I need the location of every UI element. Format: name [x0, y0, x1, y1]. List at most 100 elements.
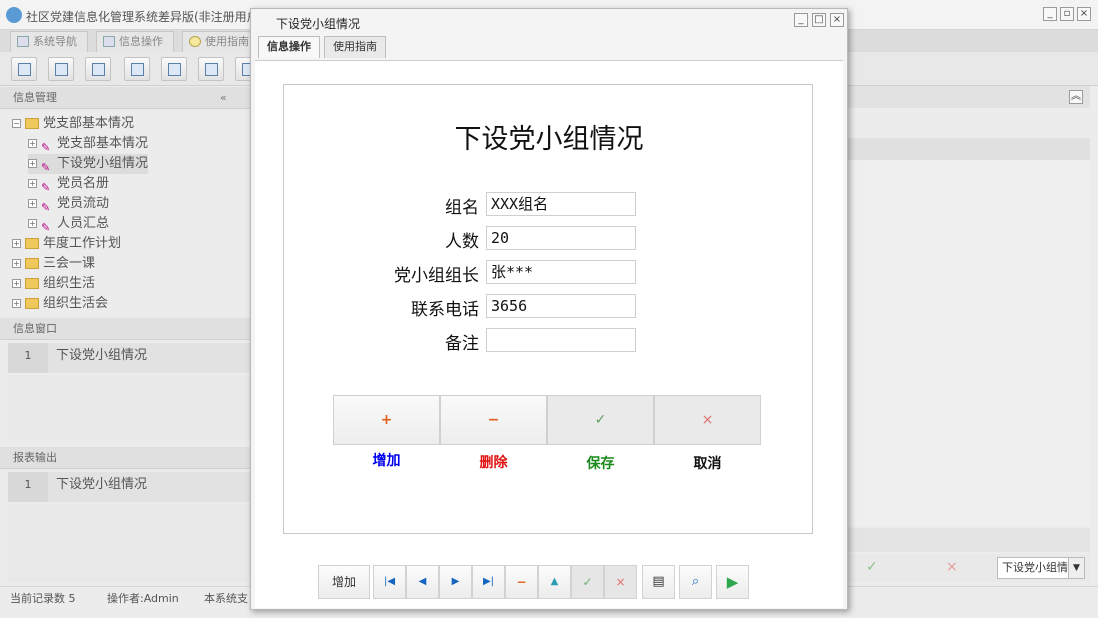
prev-record-button[interactable]: ◀	[406, 565, 439, 599]
row-text: 下设党小组情况	[56, 477, 148, 492]
right-panel-header	[848, 86, 1090, 108]
tree-node[interactable]: + 组织生活	[12, 274, 95, 294]
nav-add-button[interactable]: 增加	[318, 565, 370, 599]
run-button[interactable]: ▶	[716, 565, 749, 599]
right-save-icon[interactable]: ✓	[866, 559, 878, 575]
row-number: 1	[8, 472, 48, 502]
print-button[interactable]: ▤	[642, 565, 675, 599]
expand-icon[interactable]: +	[28, 179, 37, 188]
prev-record-icon: ◀	[418, 576, 427, 587]
chevron-down-icon[interactable]: ▼	[1068, 558, 1084, 578]
nav-tree: − 党支部基本情况 + ✎ 党支部基本情况 + ✎ 下设党小组情况 + ✎ 党员名册 + ✎ 党员流动 + ✎…	[8, 110, 248, 310]
search-icon	[18, 63, 31, 76]
toolbar-monitor-button[interactable]	[161, 57, 187, 81]
tab-guide[interactable]: 使用指南	[182, 31, 252, 52]
toolbar-search-button[interactable]	[11, 57, 37, 81]
tab-system-nav[interactable]: 系统导航	[10, 31, 88, 52]
list-item[interactable]: 1 下设党小组情况	[8, 343, 250, 373]
dialog-tab-guide[interactable]: 使用指南	[324, 36, 386, 58]
toolbar-edit-button[interactable]	[198, 57, 224, 81]
right-cancel-icon[interactable]: ×	[946, 559, 958, 575]
minus-icon: −	[487, 412, 500, 428]
expand-icon[interactable]: +	[12, 279, 21, 288]
remarks-field[interactable]	[486, 328, 636, 352]
cancel-button[interactable]: ×	[654, 395, 761, 445]
tab-info-ops[interactable]: 信息操作	[96, 31, 174, 52]
tree-node[interactable]: + 三会一课	[12, 254, 95, 274]
info-window-title: 信息窗口	[13, 322, 57, 335]
nav-cancel-button[interactable]: ×	[604, 565, 637, 599]
tree-node[interactable]: + ✎ 人员汇总	[28, 214, 109, 234]
delete-button[interactable]: −	[440, 395, 547, 445]
right-grid-header	[848, 138, 1090, 160]
expand-icon[interactable]: +	[28, 219, 37, 228]
collapse-icon[interactable]: −	[12, 119, 21, 128]
right-panel-divider	[848, 528, 1090, 552]
dialog-title: 下设党小组情况	[276, 17, 361, 31]
toolbar-list-button[interactable]	[48, 57, 74, 81]
next-record-button[interactable]: ▶	[439, 565, 472, 599]
tree-node[interactable]: + 组织生活会	[12, 294, 108, 310]
folder-icon	[25, 238, 39, 249]
expand-icon[interactable]: +	[12, 239, 21, 248]
tree-node[interactable]: + ✎ 下设党小组情况	[28, 154, 149, 174]
field-label-member-count: 人数	[445, 232, 479, 252]
grid-icon	[103, 36, 115, 47]
nav-save-button[interactable]: ✓	[571, 565, 604, 599]
toolbar-users-button[interactable]	[124, 57, 150, 81]
folder-icon	[25, 298, 39, 309]
dialog-close-button[interactable]: ×	[830, 13, 844, 27]
expand-icon[interactable]: +	[28, 159, 37, 168]
tab-label: 系统导航	[33, 35, 77, 48]
status-note: 本系统支	[204, 592, 248, 605]
collapse-left-icon[interactable]: «	[220, 91, 227, 104]
expand-icon[interactable]: +	[28, 199, 37, 208]
app-restore-button[interactable]: ▫	[1060, 7, 1074, 21]
dialog-window: 下设党小组情况 _ □ × 信息操作 使用指南 下设党小组情况 组名 XXX组名…	[250, 8, 848, 610]
tree-node-label: 三会一课	[43, 256, 96, 271]
form-card: 下设党小组情况 组名 XXX组名 人数 20 党小组组长 张*** 联系电话 3…	[283, 84, 813, 534]
list-item[interactable]: 1 下设党小组情况	[8, 472, 250, 502]
row-number: 1	[8, 343, 48, 373]
plus-icon: +	[380, 412, 393, 428]
tab-label: 信息操作	[119, 35, 163, 48]
last-record-icon: ▶|	[482, 576, 495, 587]
group-name-field[interactable]: XXX组名	[486, 192, 636, 216]
first-record-button[interactable]: |◀	[373, 565, 406, 599]
close-icon: ×	[701, 412, 714, 428]
report-body	[8, 504, 250, 582]
dialog-minimize-button[interactable]: _	[794, 13, 808, 27]
nav-delete-button[interactable]: −	[505, 565, 538, 599]
last-record-button[interactable]: ▶|	[472, 565, 505, 599]
tool-icon: ✎	[41, 180, 51, 194]
dialog-maximize-button[interactable]: □	[812, 13, 826, 27]
group-leader-field[interactable]: 张***	[486, 260, 636, 284]
tree-node-label: 组织生活会	[43, 296, 109, 310]
member-count-field[interactable]: 20	[486, 226, 636, 250]
nav-edit-button[interactable]: ▲	[538, 565, 571, 599]
triangle-up-icon: ▲	[550, 576, 559, 587]
app-close-button[interactable]: ×	[1077, 7, 1091, 21]
expand-icon[interactable]: +	[12, 299, 21, 308]
expand-icon[interactable]: +	[12, 259, 21, 268]
tool-icon: ✎	[41, 140, 51, 154]
expand-icon[interactable]: +	[28, 139, 37, 148]
tree-node[interactable]: + ✎ 党支部基本情况	[28, 134, 148, 154]
tree-node-label: 党员流动	[57, 196, 110, 211]
save-button[interactable]: ✓	[547, 395, 654, 445]
tree-node[interactable]: − 党支部基本情况	[12, 114, 134, 134]
app-minimize-button[interactable]: _	[1043, 7, 1057, 21]
phone-field[interactable]: 3656	[486, 294, 636, 318]
monitor-icon	[168, 63, 181, 76]
tree-node[interactable]: + ✎ 党员流动	[28, 194, 109, 214]
toolbar-document-button[interactable]	[85, 57, 111, 81]
print-preview-button[interactable]: ⌕	[679, 565, 712, 599]
tree-node[interactable]: + ✎ 党员名册	[28, 174, 109, 194]
collapse-up-icon[interactable]: ︽	[1069, 90, 1083, 104]
tree-node-label: 组织生活	[43, 276, 96, 291]
dialog-tab-info-ops[interactable]: 信息操作	[258, 36, 320, 58]
add-button[interactable]: +	[333, 395, 440, 445]
next-record-icon: ▶	[451, 576, 460, 587]
tree-node[interactable]: + 年度工作计划	[12, 234, 121, 254]
tab-label: 使用指南	[333, 40, 377, 53]
